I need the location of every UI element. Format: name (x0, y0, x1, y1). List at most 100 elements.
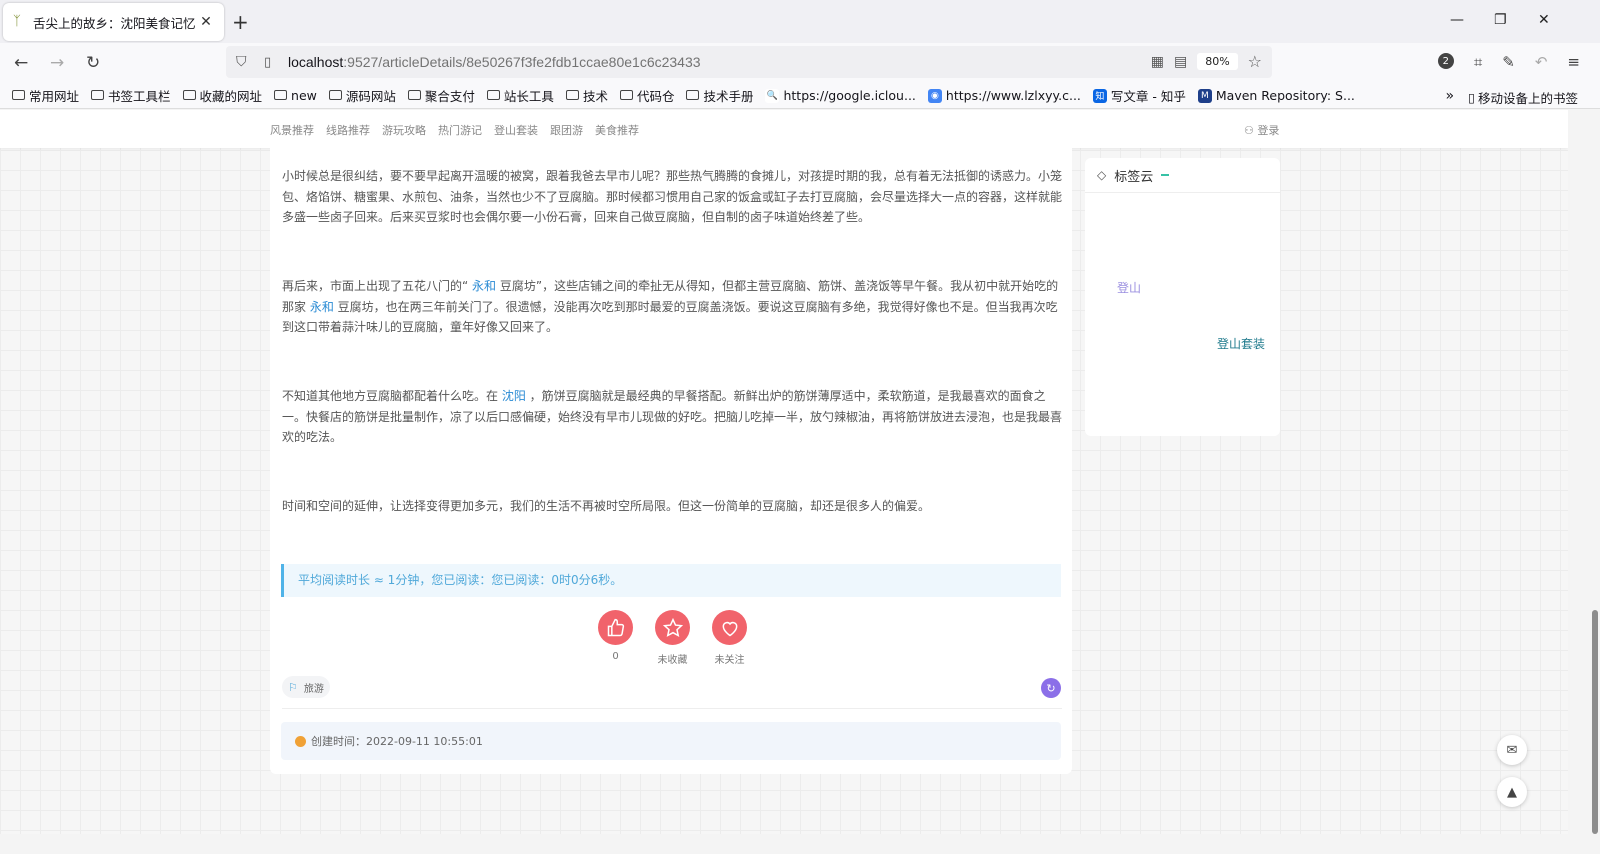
article-card: 小时候总是很纠结，要不要早起离开温暖的被窝，跟着我爸去早市儿呢？那些热气腾腾的食… (270, 148, 1072, 774)
rocket-icon[interactable]: ▲ (1497, 777, 1527, 807)
collect-button[interactable] (655, 610, 690, 645)
cloud-tag-denshan[interactable]: 登山 (1117, 279, 1141, 296)
article-tag[interactable]: ⚐ 旅游 (282, 676, 330, 698)
cloud-tag-denshan-taozhuang[interactable]: 登山套装 (1217, 335, 1265, 352)
read-time-info: 平均阅读时长 ≈ 1分钟，您已阅读：您已阅读：0时0分6秒。 (281, 564, 1061, 597)
collect-action[interactable]: 未收藏 (655, 610, 690, 666)
folder-icon (328, 89, 342, 100)
reader-view-icon[interactable]: ▤ (1174, 54, 1187, 70)
star-outline-icon (662, 617, 683, 637)
bookmark-item[interactable]: 常用网址 (12, 86, 79, 105)
folder-icon (12, 89, 25, 100)
plus-icon[interactable]: + (232, 10, 249, 34)
site-nav-item[interactable]: 热门游记 (438, 122, 482, 138)
bookmark-item[interactable]: 源码网站 (328, 86, 396, 105)
site-header: 风景推荐 线路推荐 游玩攻略 热门游记 登山套装 跟团游 美食推荐 ⚇ 登录 (0, 110, 1568, 148)
article-actions: 0 未收藏 未关注 (598, 610, 747, 666)
reload-icon[interactable]: ↻ (86, 53, 100, 73)
mobile-bookmarks[interactable]: ▯ 移动设备上的书签 (1468, 88, 1578, 107)
site-nav-item[interactable]: 登山套装 (494, 122, 538, 138)
mail-icon[interactable]: ✉ (1497, 735, 1527, 765)
bookmark-icon: ⚐ (288, 680, 298, 694)
browser-tabbar: ᛉ 舌尖上的故乡：沈阳美食记忆 ✕ + — ❐ ✕ (0, 0, 1600, 43)
forward-icon[interactable]: → (50, 53, 64, 73)
like-button[interactable] (598, 610, 633, 645)
chevron-more-icon[interactable]: » (1446, 88, 1455, 107)
folder-icon (619, 89, 633, 100)
bookmark-item[interactable]: 代码仓 (619, 86, 674, 105)
user-icon: ⚇ (1244, 124, 1258, 137)
folder-icon (407, 89, 421, 100)
bookmark-item[interactable]: 收藏的网址 (182, 86, 262, 105)
menu-icon[interactable]: ≡ (1567, 53, 1580, 71)
tag-cloud-header: ◇ 标签云 (1085, 158, 1280, 193)
collect-label: 未收藏 (657, 655, 688, 666)
bookmark-item[interactable]: 知写文章 - 知乎 (1092, 86, 1186, 105)
bookmark-item[interactable]: 技术手册 (686, 86, 753, 105)
folder-icon (91, 89, 105, 100)
tag-cloud-card: ◇ 标签云 登山 登山套装 (1085, 158, 1280, 436)
share-icon[interactable]: ↻ (1041, 678, 1061, 698)
restore-icon[interactable]: ❐ (1494, 12, 1507, 28)
article-paragraph-2: 再后来，市面上出现了五花八门的“ 永和 豆腐坊”，这些店铺之间的牵扯无从得知，但… (282, 279, 1059, 334)
accent-dash (1161, 174, 1170, 176)
site-nav-item[interactable]: 美食推荐 (595, 122, 639, 138)
qr-code-icon[interactable]: ▦ (1151, 54, 1164, 70)
sprout-icon: ᛉ (13, 14, 21, 29)
page-viewport: 风景推荐 线路推荐 游玩攻略 热门游记 登山套装 跟团游 美食推荐 ⚇ 登录 小时候总是很纠… (0, 110, 1568, 834)
like-count: 0 (612, 651, 619, 662)
bookmarks-bar: 常用网址 书签工具栏 收藏的网址 new 源码网站 聚合支付 站长工具 技术 代码仓 技术手册 🔍 h… (0, 83, 1600, 109)
folder-icon (486, 89, 500, 100)
site-nav-item[interactable]: 游玩攻略 (382, 122, 426, 138)
account-badge[interactable]: 2 (1437, 53, 1454, 69)
article-paragraph-1: 小时候总是很纠结，要不要早起离开温暖的被窝，跟着我爸去早市儿呢？那些热气腾腾的食… (282, 169, 1063, 224)
shield-icon[interactable]: ⛉ (236, 54, 254, 70)
clock-icon (295, 735, 306, 747)
divider (282, 708, 1062, 709)
folder-icon (686, 89, 700, 100)
minimize-icon[interactable]: — (1450, 12, 1464, 28)
zhihu-icon: 知 (1092, 88, 1107, 103)
follow-label: 未关注 (714, 655, 745, 666)
follow-button[interactable] (712, 610, 747, 645)
site-nav-item[interactable]: 跟团游 (550, 122, 583, 138)
bookmark-item[interactable]: 站长工具 (486, 86, 554, 105)
url-bar[interactable]: ⛉ ▯ localhost:9527/articleDetails/8e5026… (226, 46, 1272, 78)
like-action[interactable]: 0 (598, 610, 633, 666)
bookmark-item[interactable]: 技术 (565, 86, 608, 105)
star-icon[interactable]: ☆ (1248, 52, 1262, 71)
phone-icon: ▯ (1468, 90, 1475, 105)
browser-navbar: ← → ↻ ⛉ ▯ localhost:9527/articleDetails/… (0, 43, 1600, 83)
chat-icon[interactable]: ✎ (1502, 53, 1515, 71)
close-window-icon[interactable]: ✕ (1538, 12, 1550, 28)
site-nav-item[interactable]: 风景推荐 (270, 122, 314, 138)
bookmark-item[interactable]: new (274, 88, 317, 103)
site-nav-item[interactable]: 线路推荐 (326, 122, 370, 138)
url-text[interactable]: localhost:9527/articleDetails/8e50267f3f… (288, 54, 701, 70)
follow-action[interactable]: 未关注 (712, 610, 747, 666)
browser-tab[interactable]: ᛉ 舌尖上的故乡：沈阳美食记忆 ✕ (3, 3, 224, 41)
zoom-level[interactable]: 80% (1197, 53, 1238, 70)
page-scrollbar[interactable] (1568, 110, 1600, 834)
login-link[interactable]: ⚇ 登录 (1244, 122, 1279, 138)
tag-icon: ◇ (1097, 168, 1107, 182)
bookmark-item[interactable]: M Maven Repository: S... (1197, 88, 1355, 103)
undo-icon[interactable]: ↶ (1535, 53, 1548, 71)
crop-icon[interactable]: ⌗ (1474, 53, 1482, 71)
article-paragraph-4: 时间和空间的延伸，让选择变得更加多元，我们的生活不再被时空所局限。但这一份简单的… (282, 499, 931, 513)
thumb-up-icon (607, 618, 624, 636)
bookmark-item[interactable]: 书签工具栏 (91, 86, 171, 105)
link-yonghe-2[interactable]: 永和 (310, 300, 334, 314)
close-icon[interactable]: ✕ (198, 14, 214, 30)
back-icon[interactable]: ← (14, 53, 28, 73)
maven-icon: M (1197, 88, 1212, 103)
bookmark-item[interactable]: 聚合支付 (407, 86, 475, 105)
tab-title: 舌尖上的故乡：沈阳美食记忆 (33, 15, 196, 31)
bookmark-item[interactable]: 🔍 https://google.iclou... (765, 88, 916, 103)
scrollbar-thumb[interactable] (1592, 610, 1598, 834)
link-yonghe-1[interactable]: 永和 (472, 279, 496, 293)
link-shenyang[interactable]: 沈阳 (502, 389, 526, 403)
created-time: 创建时间：2022-09-11 10:55:01 (281, 722, 1061, 760)
page-icon[interactable]: ▯ (264, 55, 280, 70)
bookmark-item[interactable]: ◉ https://www.lzlxyy.c... (927, 88, 1081, 103)
